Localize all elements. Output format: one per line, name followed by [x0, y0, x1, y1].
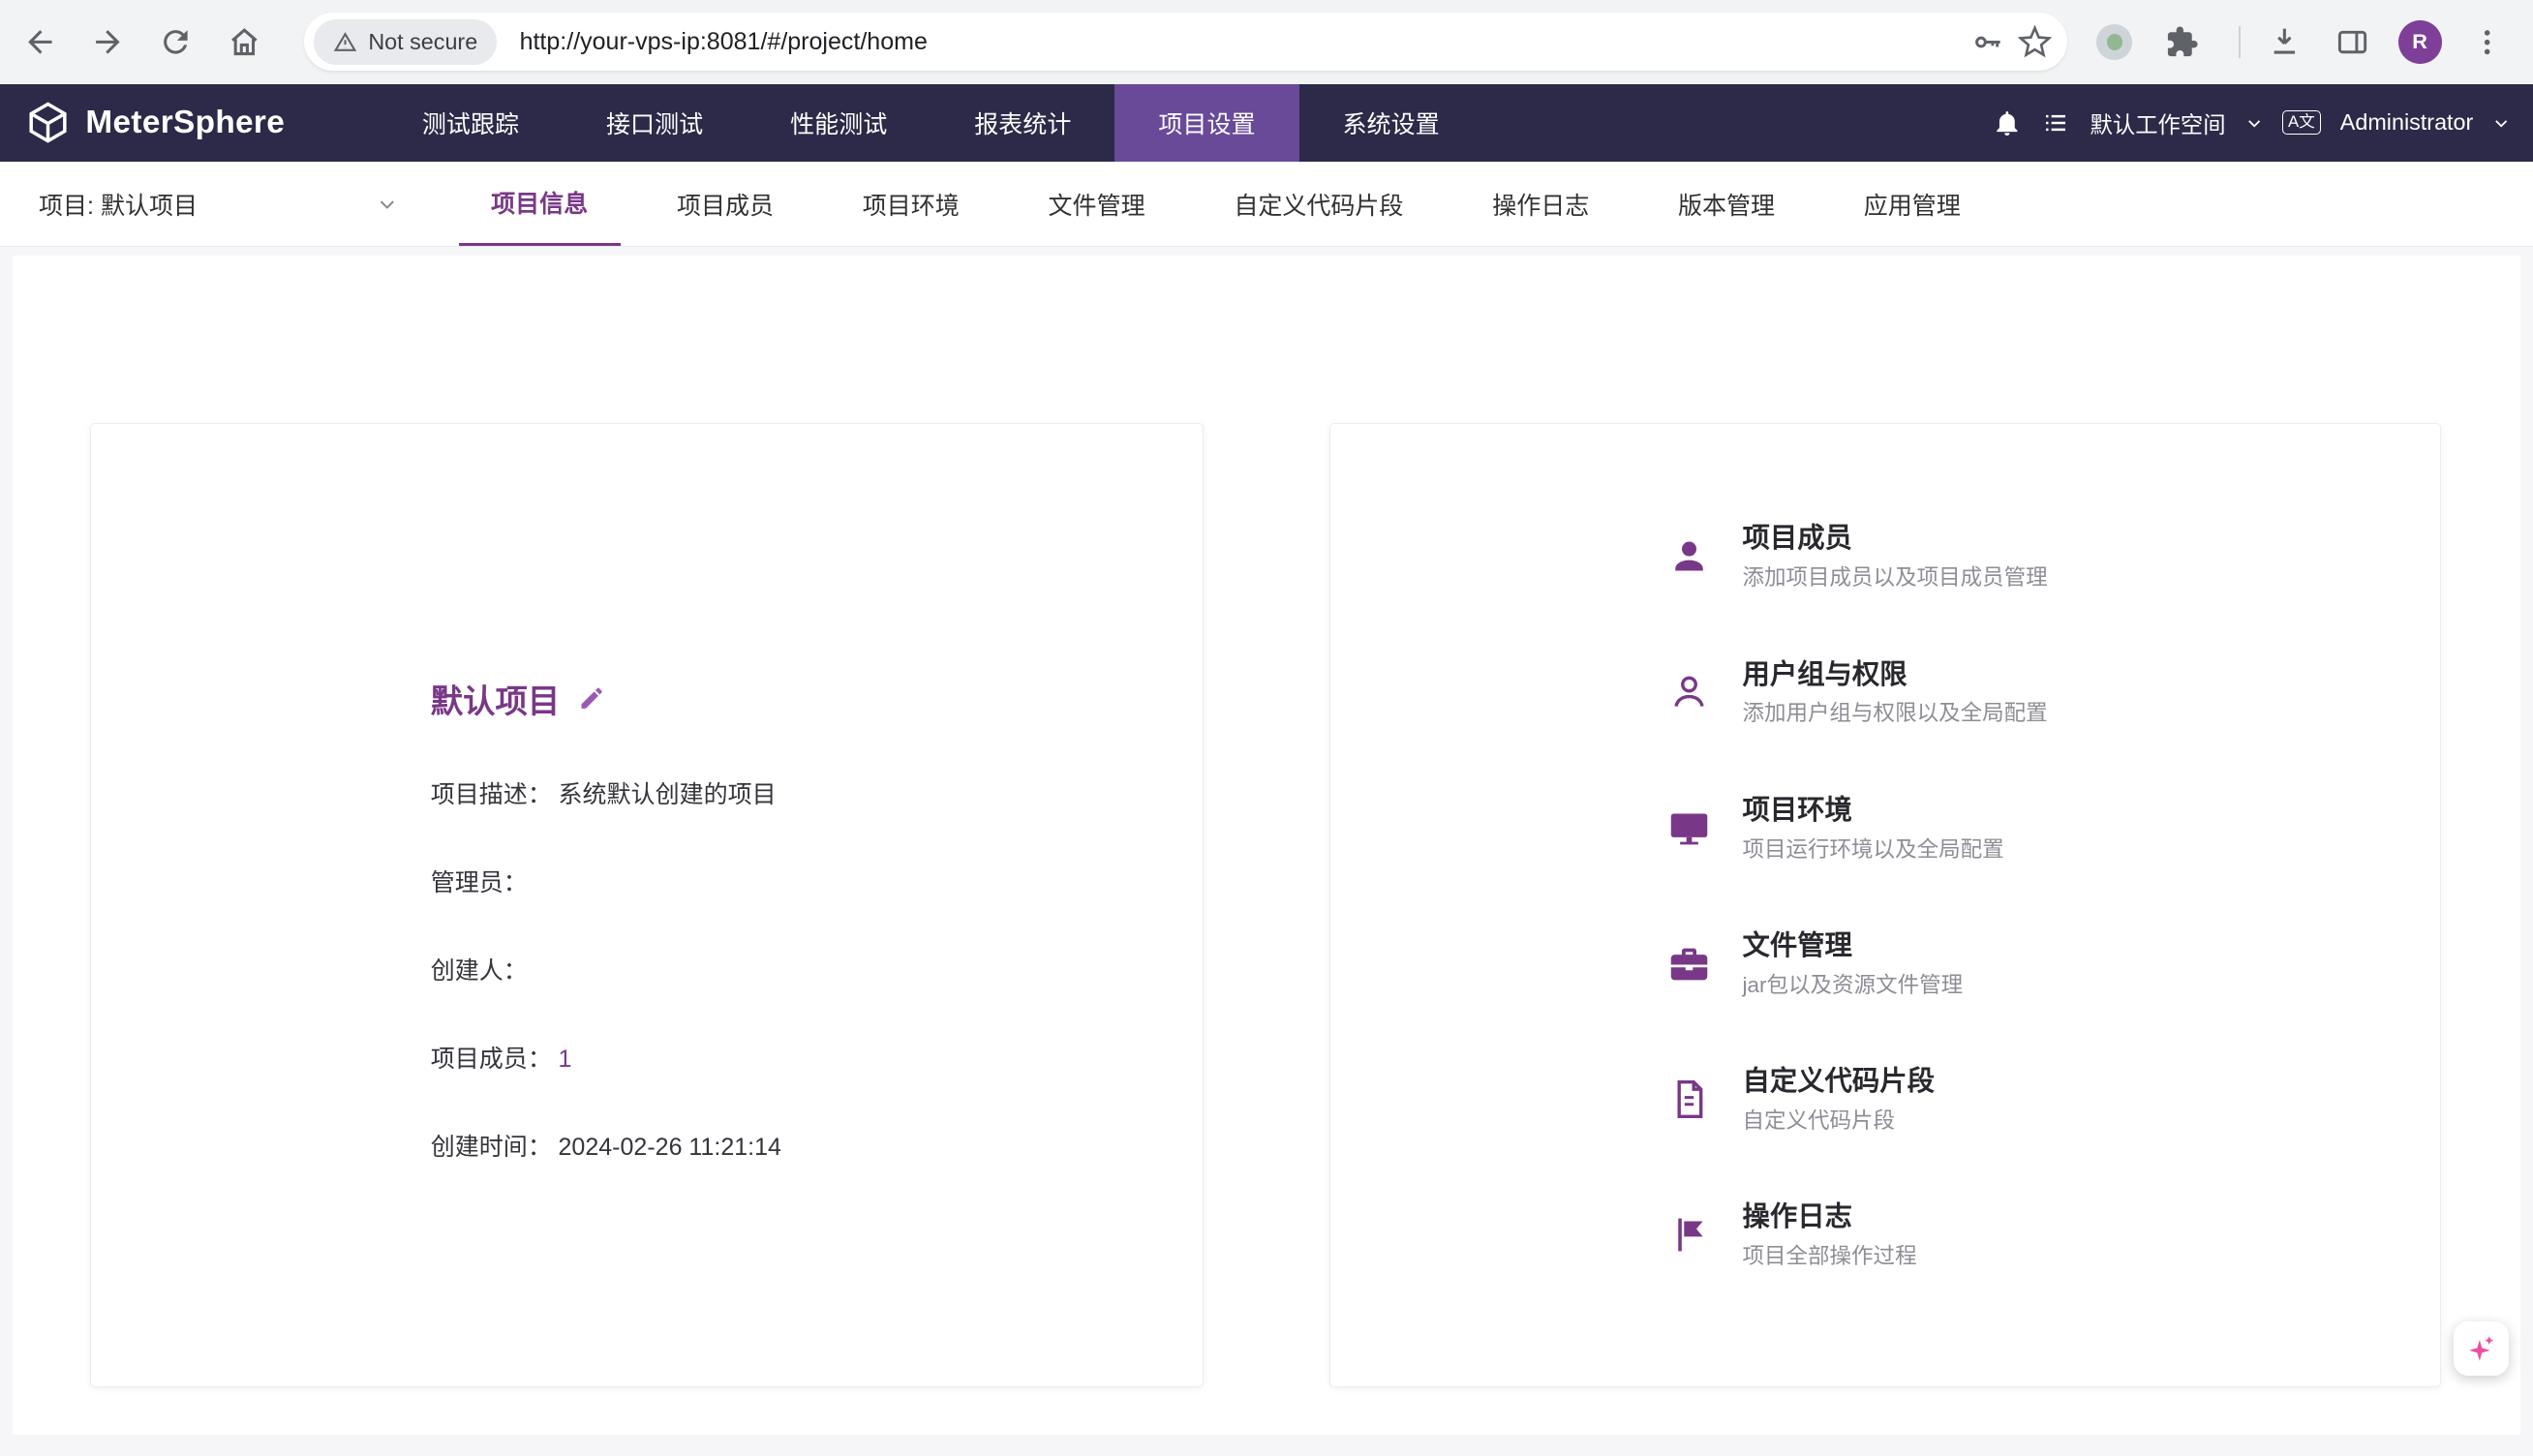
document-icon: [1664, 1075, 1713, 1123]
tab-project-environment[interactable]: 项目环境: [830, 162, 992, 246]
task-list-icon[interactable]: [2041, 108, 2070, 137]
flag-icon: [1664, 1210, 1713, 1259]
language-switch-icon[interactable]: A文: [2282, 110, 2321, 135]
project-creator-row: 创建人：: [431, 952, 1138, 986]
back-icon[interactable]: [13, 15, 68, 70]
project-admin-row: 管理员：: [431, 864, 1138, 898]
quick-link-project-members[interactable]: 项目成员 添加项目成员以及项目成员管理: [1664, 518, 2375, 595]
browser-toolbar: Not secure http://your-vps-ip:8081/#/pro…: [0, 0, 2533, 84]
extensions-puzzle-icon[interactable]: [2155, 15, 2211, 70]
browser-menu-icon[interactable]: [2460, 15, 2516, 70]
monitor-icon: [1664, 804, 1713, 852]
nav-item-api-testing[interactable]: 接口测试: [563, 84, 747, 162]
quick-links-card: 项目成员 添加项目成员以及项目成员管理 用户组与权限 添加用户组与权限以及全局配…: [1329, 423, 2441, 1387]
forward-icon[interactable]: [80, 15, 136, 70]
project-title: 默认项目: [431, 675, 560, 722]
url-text[interactable]: http://your-vps-ip:8081/#/project/home: [520, 28, 1971, 56]
warning-icon: [333, 30, 357, 54]
screen: Not secure http://your-vps-ip:8081/#/pro…: [0, 0, 2533, 1455]
downloads-icon[interactable]: [2257, 15, 2312, 70]
briefcase-icon: [1664, 939, 1713, 987]
nav-item-project-settings[interactable]: 项目设置: [1114, 84, 1298, 162]
bookmark-star-icon[interactable]: [2018, 25, 2052, 59]
tab-application-management[interactable]: 应用管理: [1831, 162, 1993, 246]
project-selector-caret-icon: [377, 194, 398, 215]
password-key-icon[interactable]: [1970, 25, 2004, 59]
workspace-selector[interactable]: 默认工作空间: [2090, 106, 2226, 139]
project-subnav: 项目: 默认项目 项目信息 项目成员 项目环境 文件管理 自定义代码片段 操作日…: [0, 162, 2533, 247]
edit-pencil-icon[interactable]: [578, 684, 605, 712]
tab-version-management[interactable]: 版本管理: [1646, 162, 1808, 246]
project-description-row: 项目描述：系统默认创建的项目: [431, 775, 1138, 810]
side-panel-icon[interactable]: [2325, 15, 2380, 70]
content-panel: 默认项目 项目描述：系统默认创建的项目 管理员： 创建人： 项目成员：1 创建时…: [13, 256, 2519, 1435]
quick-link-file-management[interactable]: 文件管理 jar包以及资源文件管理: [1664, 925, 2375, 1002]
main-content: 默认项目 项目描述：系统默认创建的项目 管理员： 创建人： 项目成员：1 创建时…: [0, 249, 2533, 1455]
user-filled-icon: [1664, 532, 1713, 581]
project-info-card: 默认项目 项目描述：系统默认创建的项目 管理员： 创建人： 项目成员：1 创建时…: [90, 423, 1204, 1387]
nav-item-report-statistics[interactable]: 报表统计: [931, 84, 1114, 162]
workspace-caret-icon[interactable]: [2245, 114, 2263, 132]
quick-link-project-environment[interactable]: 项目环境 项目运行环境以及全局配置: [1664, 789, 2375, 866]
project-selector[interactable]: 项目: 默认项目: [39, 187, 397, 222]
project-member-count-row: 项目成员：1: [431, 1040, 1138, 1075]
nav-item-system-settings[interactable]: 系统设置: [1299, 84, 1483, 162]
nav-item-test-tracking[interactable]: 测试跟踪: [379, 84, 563, 162]
profile-avatar[interactable]: R: [2393, 15, 2448, 70]
metersphere-logo-icon: [26, 101, 70, 144]
nav-item-performance-testing[interactable]: 性能测试: [747, 84, 931, 162]
security-label: Not secure: [368, 29, 477, 55]
quick-link-operation-log[interactable]: 操作日志 项目全部操作过程: [1664, 1196, 2375, 1273]
tab-custom-code-snippets[interactable]: 自定义代码片段: [1202, 162, 1436, 246]
extension-status-icon[interactable]: [2087, 15, 2142, 70]
user-caret-icon[interactable]: [2492, 114, 2510, 132]
sparkle-icon: [2463, 1331, 2499, 1367]
reload-icon[interactable]: [148, 15, 203, 70]
quick-link-user-groups[interactable]: 用户组与权限 添加用户组与权限以及全局配置: [1664, 653, 2375, 731]
user-menu[interactable]: Administrator: [2340, 109, 2474, 136]
project-created-time-row: 创建时间：2024-02-26 11:21:14: [431, 1128, 1138, 1163]
notification-bell-icon[interactable]: [1992, 107, 2023, 138]
tab-project-members[interactable]: 项目成员: [645, 162, 807, 246]
member-count-link[interactable]: 1: [559, 1046, 572, 1073]
ai-assistant-button[interactable]: [2454, 1321, 2509, 1377]
quick-link-custom-code-snippets[interactable]: 自定义代码片段 自定义代码片段: [1664, 1060, 2375, 1138]
toolbar-divider: [2239, 26, 2241, 58]
brand-name: MeterSphere: [85, 105, 285, 141]
app-header: MeterSphere 测试跟踪 接口测试 性能测试 报表统计 项目设置 系统设…: [0, 84, 2533, 162]
project-tabs: 项目信息 项目成员 项目环境 文件管理 自定义代码片段 操作日志 版本管理 应用…: [459, 162, 1993, 246]
main-nav: 测试跟踪 接口测试 性能测试 报表统计 项目设置 系统设置: [379, 84, 1483, 162]
tab-operation-log[interactable]: 操作日志: [1460, 162, 1622, 246]
brand[interactable]: MeterSphere: [26, 101, 285, 144]
address-bar[interactable]: Not secure http://your-vps-ip:8081/#/pro…: [304, 13, 2068, 71]
tab-file-management[interactable]: 文件管理: [1016, 162, 1177, 246]
user-outline-icon: [1664, 668, 1713, 716]
home-icon[interactable]: [217, 15, 272, 70]
tab-project-info[interactable]: 项目信息: [459, 162, 621, 246]
security-chip[interactable]: Not secure: [314, 19, 498, 65]
